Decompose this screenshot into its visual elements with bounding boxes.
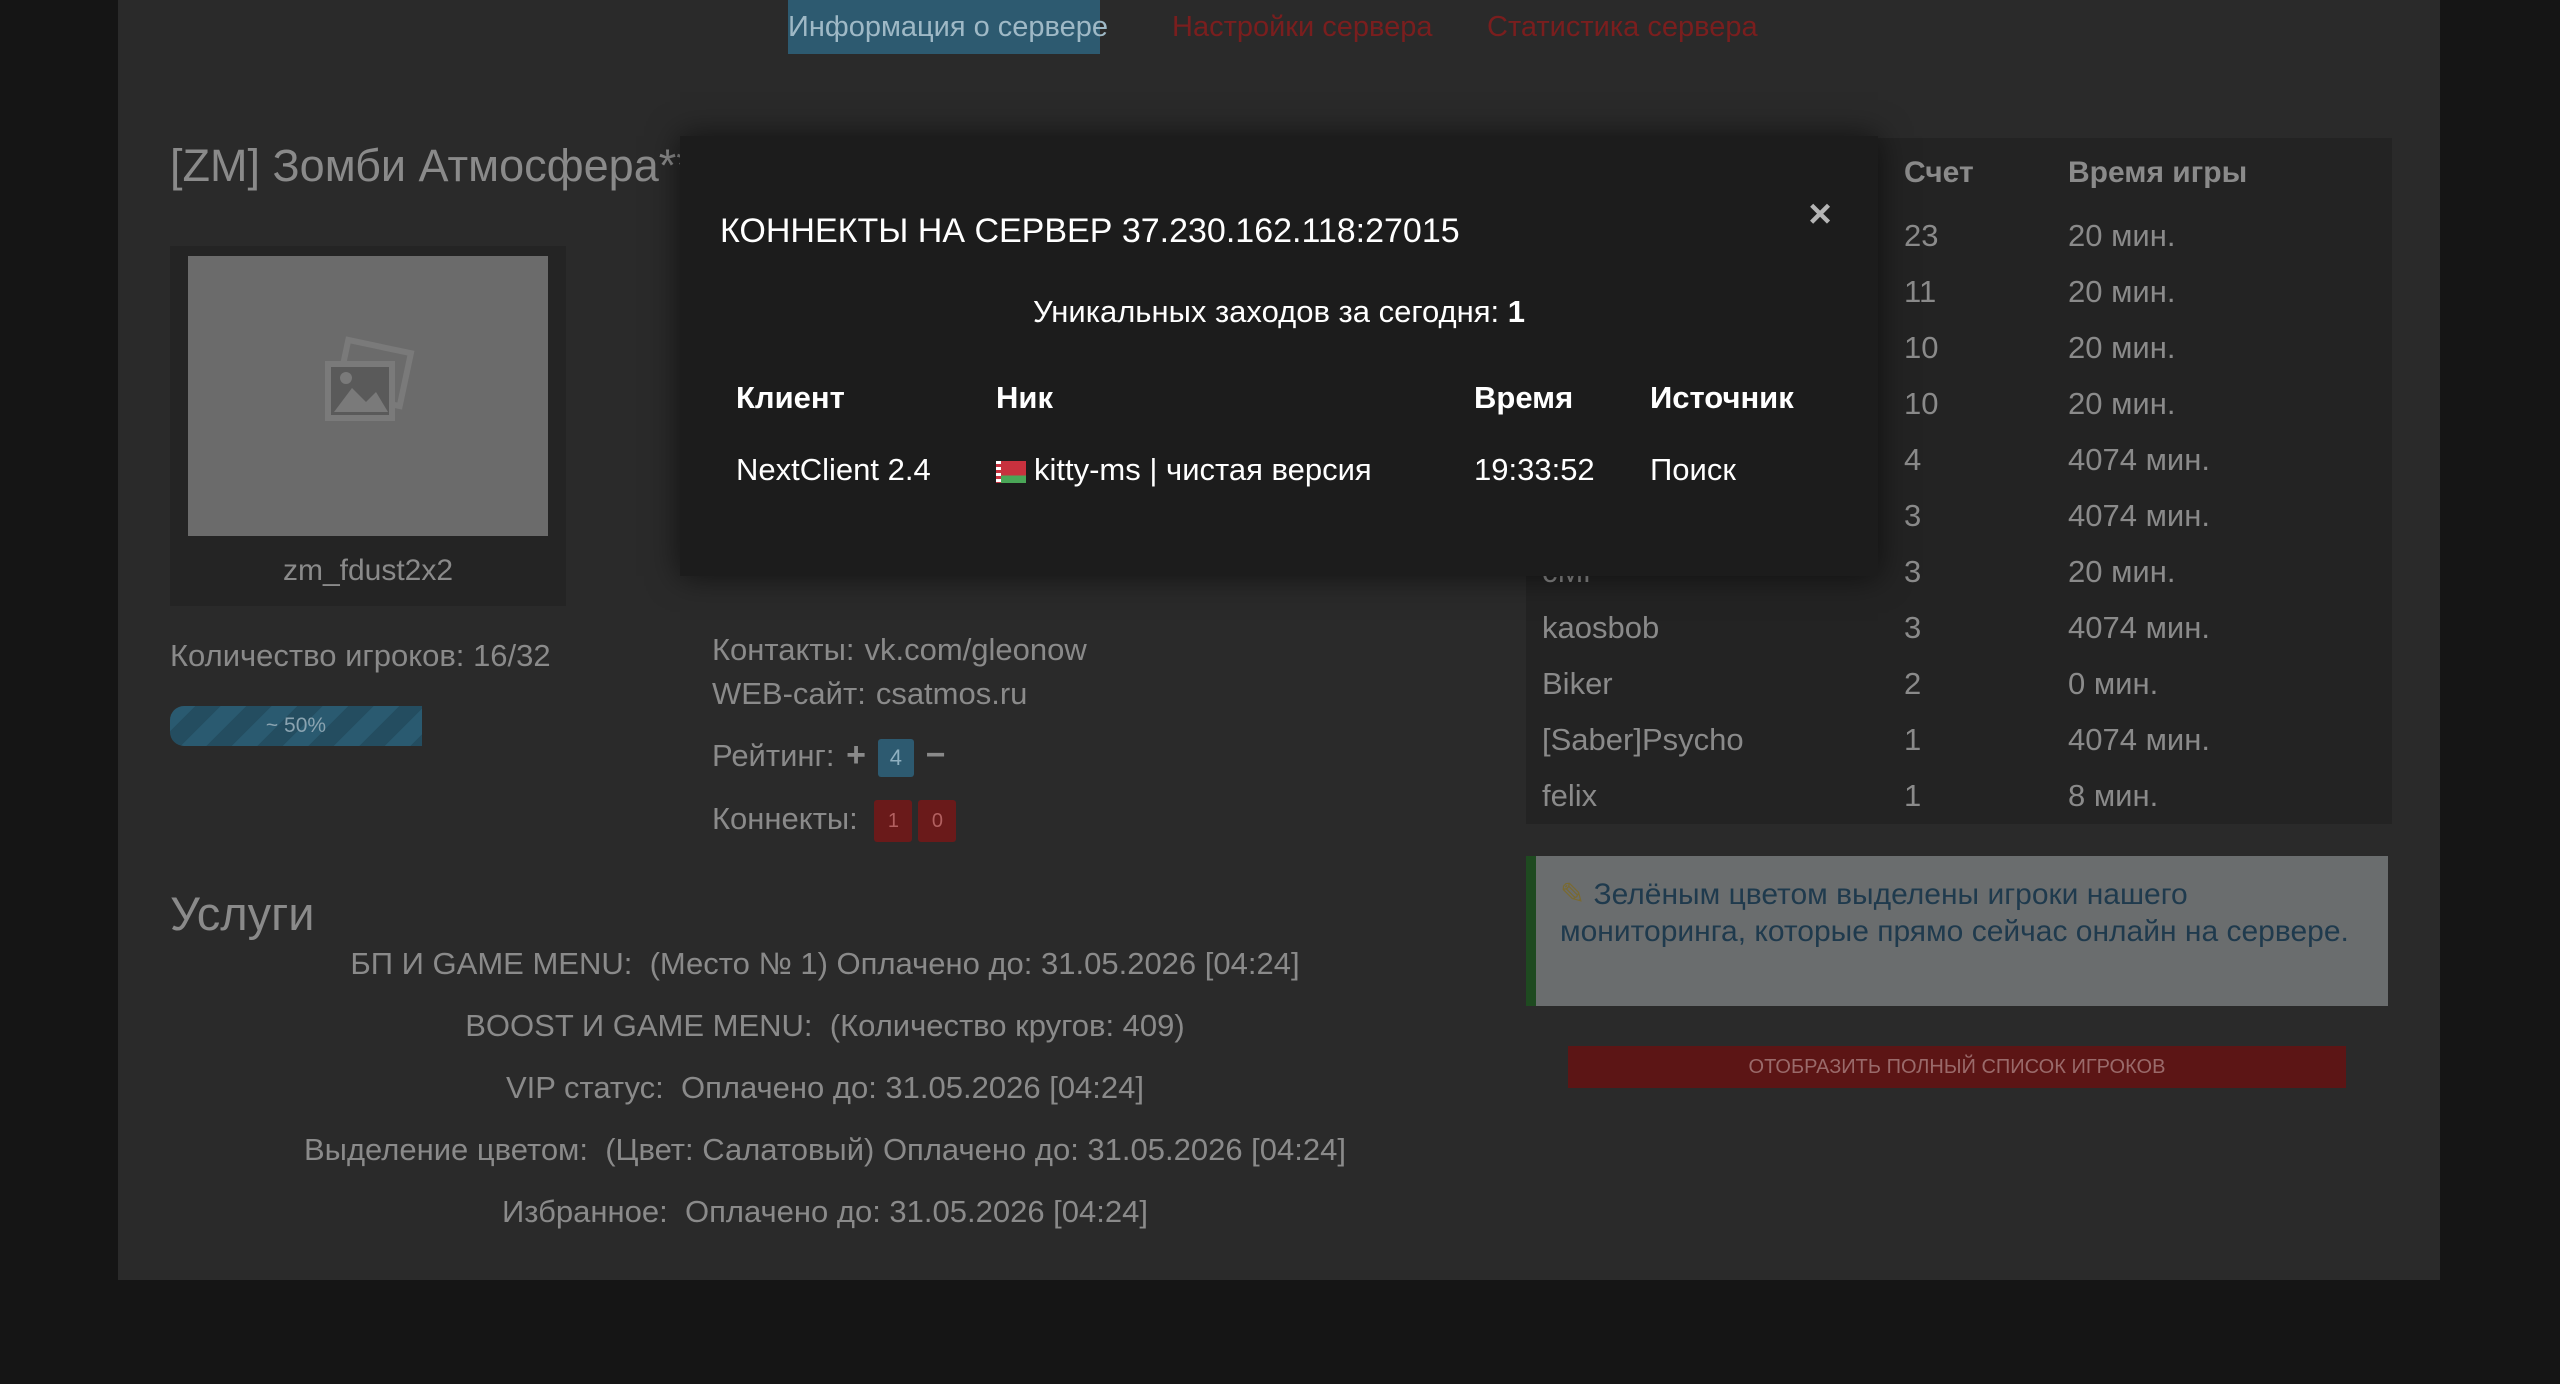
modal-title: КОННЕКТЫ НА СЕРВЕР 37.230.162.118:27015 xyxy=(720,212,1460,250)
unique-visits: Уникальных заходов за сегодня: 1 xyxy=(680,294,1878,330)
website-row: WEB-сайт: csatmos.ru xyxy=(712,676,1027,712)
map-card: zm_fdust2x2 xyxy=(170,246,566,606)
player-score: 2 xyxy=(1904,666,1922,701)
service-line: BOOST И GAME MENU: (Количество кругов: 4… xyxy=(170,1008,1480,1044)
rating-minus-button[interactable]: − xyxy=(923,736,949,775)
players-count: Количество игроков: 16/32 xyxy=(170,638,551,674)
table-row: felix 1 8 мин. xyxy=(1526,778,2392,834)
connect-source: Поиск xyxy=(1650,452,1736,487)
progress-label: ~ 50% xyxy=(265,714,327,737)
column-header-time[interactable]: Время игры xyxy=(2068,156,2247,190)
server-title: [ZM] Зомби Атмосфера** xyxy=(170,140,694,191)
player-time: 8 мин. xyxy=(2068,778,2159,813)
player-score: 1 xyxy=(1904,722,1922,757)
service-value: Оплачено до: 31.05.2026 [04:24] xyxy=(684,1194,1148,1229)
map-name: zm_fdust2x2 xyxy=(282,554,454,587)
notice-text: Зелёным цветом выделены игроки нашего мо… xyxy=(1560,878,2349,948)
rating-value: 4 xyxy=(877,738,914,777)
players-count-label: Количество игроков: xyxy=(170,638,465,673)
player-score: 3 xyxy=(1904,498,1922,533)
rating-row: Рейтинг: + 4 − xyxy=(712,736,949,777)
services-title: Услуги xyxy=(170,887,315,940)
player-time: 20 мин. xyxy=(2068,218,2176,253)
players-count-value: 16/32 xyxy=(473,638,551,673)
unique-visits-label: Уникальных заходов за сегодня: xyxy=(1032,294,1500,329)
player-score: 3 xyxy=(1904,610,1922,645)
player-score: 10 xyxy=(1904,330,1939,365)
website-link[interactable]: csatmos.ru xyxy=(876,676,1028,711)
service-line: VIP статус: Оплачено до: 31.05.2026 [04:… xyxy=(170,1070,1480,1106)
player-time: 0 мин. xyxy=(2068,666,2159,701)
website-label: WEB-сайт: xyxy=(712,676,866,711)
player-score: 23 xyxy=(1904,218,1939,253)
server-load-progress: ~ 50% xyxy=(170,706,422,746)
online-players-notice: ✎ Зелёным цветом выделены игроки нашего … xyxy=(1526,856,2388,1006)
service-value: (Место № 1) Оплачено до: 31.05.2026 [04:… xyxy=(649,946,1300,981)
player-time: 4074 мин. xyxy=(2068,610,2210,645)
contacts-row: Контакты: vk.com/gleonow xyxy=(712,632,1087,668)
rating-label: Рейтинг: xyxy=(712,738,835,773)
service-label: Выделение цветом: xyxy=(304,1132,588,1167)
tab-server-info[interactable]: Информация о сервере xyxy=(788,0,1108,54)
service-label: БП И GAME MENU: xyxy=(350,946,633,981)
table-row: [Saber]Psycho 1 4074 мин. xyxy=(1526,722,2392,778)
player-time: 20 мин. xyxy=(2068,386,2176,421)
contacts-label: Контакты: xyxy=(712,632,855,667)
player-time: 4074 мин. xyxy=(2068,722,2210,757)
pencil-icon: ✎ xyxy=(1560,878,1586,911)
connects-row: Коннекты: 10 xyxy=(712,800,962,842)
player-name[interactable]: Biker xyxy=(1542,666,1613,702)
service-value: (Количество кругов: 409) xyxy=(829,1008,1185,1043)
column-header-score[interactable]: Счет xyxy=(1904,156,1974,190)
connect-time: 19:33:52 xyxy=(1474,452,1595,487)
table-row: kaosbob 3 4074 мин. xyxy=(1526,610,2392,666)
connect-nick[interactable]: kitty-ms | чистая версия xyxy=(996,452,1372,488)
service-label: BOOST И GAME MENU: xyxy=(465,1008,813,1043)
player-time: 4074 мин. xyxy=(2068,498,2210,533)
tab-server-stats[interactable]: Статистика сервера xyxy=(1470,0,1775,54)
player-name[interactable]: felix xyxy=(1542,778,1597,814)
tab-server-settings[interactable]: Настройки сервера xyxy=(1155,0,1449,54)
belarus-flag-icon xyxy=(996,460,1026,483)
player-score: 4 xyxy=(1904,442,1922,477)
service-line: Избранное: Оплачено до: 31.05.2026 [04:2… xyxy=(170,1194,1480,1230)
player-time: 20 мин. xyxy=(2068,330,2176,365)
player-name[interactable]: kaosbob xyxy=(1542,610,1659,646)
player-time: 20 мин. xyxy=(2068,554,2176,589)
service-label: Избранное: xyxy=(502,1194,668,1229)
map-image-placeholder xyxy=(188,256,548,536)
player-score: 10 xyxy=(1904,386,1939,421)
player-score: 1 xyxy=(1904,778,1922,813)
player-score: 3 xyxy=(1904,554,1922,589)
player-score: 11 xyxy=(1904,274,1937,309)
image-placeholder-icon xyxy=(325,336,415,421)
player-time: 20 мин. xyxy=(2068,274,2176,309)
service-line: БП И GAME MENU: (Место № 1) Оплачено до:… xyxy=(170,946,1480,982)
contacts-link[interactable]: vk.com/gleonow xyxy=(865,632,1087,667)
connect-nick-text: kitty-ms | чистая версия xyxy=(1034,452,1372,487)
column-header-client: Клиент xyxy=(736,380,845,415)
service-value: (Цвет: Салатовый) Оплачено до: 31.05.202… xyxy=(605,1132,1346,1167)
page-background: Информация о сервере Настройки сервера С… xyxy=(0,0,2560,1384)
service-line: Выделение цветом: (Цвет: Салатовый) Опла… xyxy=(170,1132,1480,1168)
connect-client: NextClient 2.4 xyxy=(736,452,931,487)
player-name[interactable]: [Saber]Psycho xyxy=(1542,722,1744,758)
unique-visits-value: 1 xyxy=(1507,294,1526,329)
connects-modal: КОННЕКТЫ НА СЕРВЕР 37.230.162.118:27015 … xyxy=(680,136,1878,576)
close-icon[interactable]: × xyxy=(1800,194,1840,234)
connects-badge-other[interactable]: 0 xyxy=(918,800,957,842)
column-header-time: Время xyxy=(1474,380,1574,415)
column-header-source: Источник xyxy=(1650,380,1794,415)
connects-badge-total[interactable]: 1 xyxy=(874,800,913,842)
player-time: 4074 мин. xyxy=(2068,442,2210,477)
service-value: Оплачено до: 31.05.2026 [04:24] xyxy=(680,1070,1145,1105)
table-row: Biker 2 0 мин. xyxy=(1526,666,2392,722)
connects-label: Коннекты: xyxy=(712,801,858,837)
column-header-nick: Ник xyxy=(996,380,1053,415)
show-full-player-list-button[interactable]: ОТОБРАЗИТЬ ПОЛНЫЙ СПИСОК ИГРОКОВ xyxy=(1568,1046,2346,1088)
rating-plus-button[interactable]: + xyxy=(843,736,869,775)
service-label: VIP статус: xyxy=(505,1070,664,1105)
